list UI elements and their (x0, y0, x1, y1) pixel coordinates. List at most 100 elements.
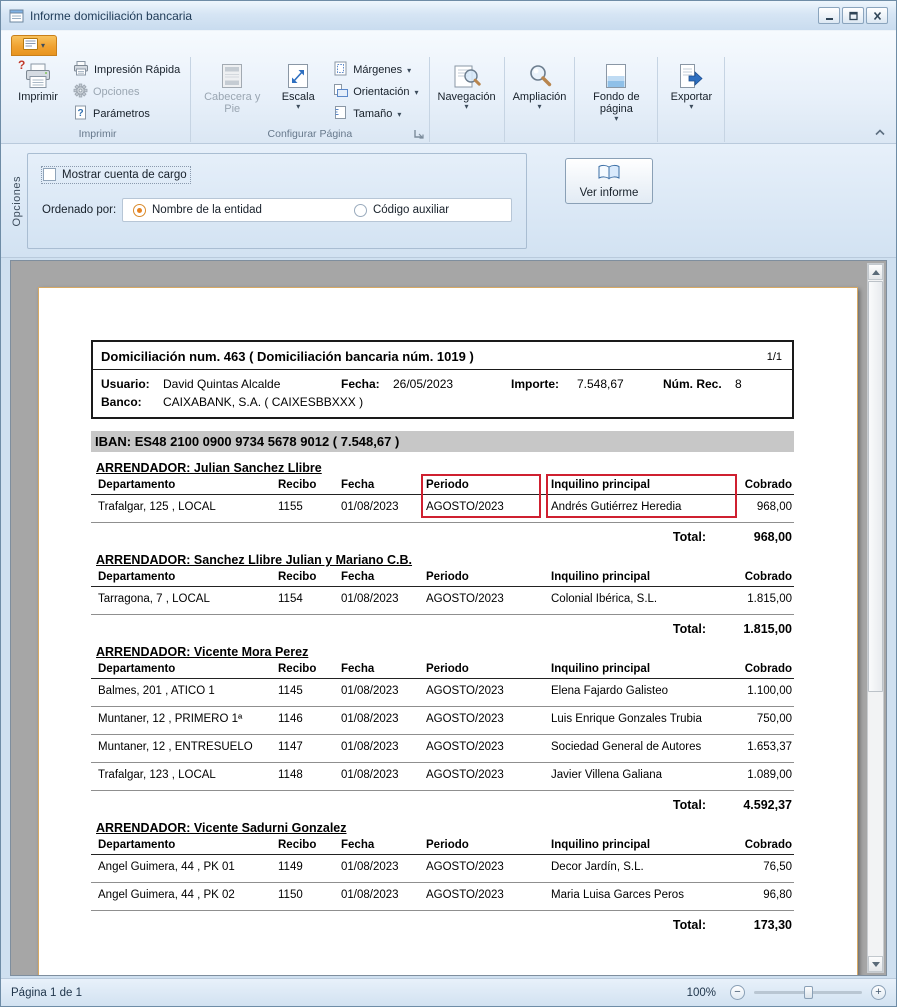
close-button[interactable] (866, 7, 888, 24)
imprimir-button[interactable]: ? Imprimir (10, 59, 66, 104)
cell-periodo: AGOSTO/2023 (426, 889, 551, 901)
ribbon-collapse-button[interactable] (873, 126, 887, 138)
app-window: Informe domiciliación bancaria ▾ ? (0, 0, 897, 1007)
ampliacion-button[interactable]: Ampliación ▾ (510, 59, 570, 111)
ribbon-group-navegacion: Navegación ▾ (430, 57, 505, 142)
total-value: 4.592,37 (706, 798, 792, 812)
column-header: Periodo (426, 839, 551, 851)
group-label-fondo (577, 126, 655, 142)
zoom-in-button[interactable]: + (871, 985, 886, 1000)
quick-print-icon (73, 61, 89, 79)
ordenado-por-label: Ordenado por: (42, 204, 122, 216)
minimize-button[interactable] (818, 7, 840, 24)
checkbox-icon (43, 168, 56, 181)
table-body: Balmes, 201 , ATICO 1 1145 01/08/2023 AG… (91, 679, 794, 791)
header-footer-icon (220, 62, 244, 89)
usuario-value: David Quintas Alcalde (163, 377, 341, 391)
dialog-launcher-configurar-pagina[interactable] (413, 127, 426, 140)
navegacion-button[interactable]: Navegación ▾ (435, 59, 499, 111)
column-header: Recibo (278, 663, 341, 675)
orientation-icon (333, 83, 348, 101)
chevron-down-icon: ▾ (41, 42, 45, 49)
zoom-slider-thumb[interactable] (804, 986, 813, 999)
cell-periodo: AGOSTO/2023 (426, 713, 551, 725)
fecha-label: Fecha: (341, 377, 393, 391)
parametros-button[interactable]: ? Parámetros (68, 103, 185, 125)
cell-inquilino: Sociedad General de Autores (551, 741, 736, 753)
page-info: Página 1 de 1 (11, 987, 82, 999)
report-title: Domiciliación num. 463 ( Domiciliación b… (101, 349, 474, 364)
scroll-down-button[interactable] (868, 956, 883, 972)
report-header-box: Domiciliación num. 463 ( Domiciliación b… (91, 340, 794, 419)
report-title-row: Domiciliación num. 463 ( Domiciliación b… (93, 342, 792, 370)
cell-fecha: 01/08/2023 (341, 861, 426, 873)
tamano-label: Tamaño (353, 108, 392, 120)
margenes-button[interactable]: Márgenes ▾ (328, 59, 423, 81)
chevron-down-icon: ▾ (465, 103, 469, 110)
total-value: 968,00 (706, 530, 792, 544)
cell-departamento: Angel Guimera, 44 , PK 01 (91, 861, 278, 873)
exportar-button[interactable]: Exportar ▾ (663, 59, 719, 111)
cell-inquilino: Colonial Ibérica, S.L. (551, 593, 736, 605)
parameters-icon: ? (73, 105, 88, 123)
total-label: Total: (673, 798, 706, 812)
chevron-down-icon: ▾ (414, 89, 418, 96)
zoom-slider[interactable] (754, 991, 862, 994)
cell-recibo: 1145 (278, 685, 341, 697)
cell-departamento: Trafalgar, 123 , LOCAL (91, 769, 278, 781)
ribbon: ▾ ? Imprimir Imp (1, 31, 896, 144)
cell-inquilino: Maria Luisa Garces Peros (551, 889, 736, 901)
scroll-up-button[interactable] (868, 264, 883, 280)
cell-periodo: AGOSTO/2023 (426, 501, 551, 513)
table-body: Trafalgar, 125 , LOCAL 1155 01/08/2023 A… (91, 495, 794, 523)
options-panel-tab[interactable]: Opciones (7, 153, 27, 249)
cell-cobrado: 750,00 (736, 713, 794, 725)
mostrar-cuenta-checkbox[interactable]: Mostrar cuenta de cargo (42, 167, 190, 183)
ver-informe-button[interactable]: Ver informe (565, 158, 653, 204)
app-menu-button[interactable]: ▾ (11, 35, 57, 56)
tamano-button[interactable]: Tamaño ▾ (328, 103, 423, 125)
column-header: Departamento (91, 571, 278, 583)
section-table: DepartamentoReciboFechaPeriodoInquilino … (91, 661, 794, 791)
column-header: Inquilino principal (551, 571, 736, 583)
cell-periodo: AGOSTO/2023 (426, 861, 551, 873)
titlebar: Informe domiciliación bancaria (1, 1, 896, 31)
radio-nombre-entidad[interactable]: Nombre de la entidad (133, 204, 262, 217)
cell-cobrado: 96,80 (736, 889, 794, 901)
column-header: Cobrado (736, 571, 794, 583)
arrendador-heading: ARRENDADOR: Vicente Mora Perez (96, 645, 794, 659)
impresion-rapida-label: Impresión Rápida (94, 64, 180, 76)
radio-codigo-auxiliar[interactable]: Código auxiliar (354, 204, 449, 217)
chevron-down-icon: ▾ (689, 103, 693, 110)
radio-nombre-label: Nombre de la entidad (152, 204, 262, 216)
cell-departamento: Balmes, 201 , ATICO 1 (91, 685, 278, 697)
scroll-thumb[interactable] (868, 281, 883, 692)
banco-value: CAIXABANK, S.A. ( CAIXESBBXXX ) (163, 395, 363, 409)
column-header: Recibo (278, 839, 341, 851)
preview-scrollbar[interactable] (867, 263, 884, 973)
table-row: Trafalgar, 123 , LOCAL 1148 01/08/2023 A… (91, 763, 794, 791)
total-label: Total: (673, 530, 706, 544)
zoom-out-button[interactable]: − (730, 985, 745, 1000)
parametros-label: Parámetros (93, 108, 150, 120)
zoom-level: 100% (687, 987, 716, 999)
table-row: Balmes, 201 , ATICO 1 1145 01/08/2023 AG… (91, 679, 794, 707)
total-value: 1.815,00 (706, 622, 792, 636)
cell-departamento: Angel Guimera, 44 , PK 02 (91, 889, 278, 901)
importe-value: 7.548,67 (577, 377, 663, 391)
gear-icon (73, 83, 88, 101)
iban-bar: IBAN: ES48 2100 0900 9734 5678 9012 ( 7.… (91, 431, 794, 452)
chevron-down-icon: ▾ (537, 103, 541, 110)
escala-button[interactable]: Escala ▾ (270, 59, 326, 111)
impresion-rapida-button[interactable]: Impresión Rápida (68, 59, 185, 81)
fondo-de-pagina-button[interactable]: Fondo de página ▾ (580, 59, 652, 123)
column-header: Recibo (278, 571, 341, 583)
maximize-button[interactable] (842, 7, 864, 24)
orientacion-button[interactable]: Orientación ▾ (328, 81, 423, 103)
num-rec-label: Núm. Rec. (663, 377, 735, 391)
arrendador-section: ARRENDADOR: Vicente Sadurni Gonzalez Dep… (91, 821, 794, 932)
cell-departamento: Muntaner, 12 , PRIMERO 1ª (91, 713, 278, 725)
total-label: Total: (673, 622, 706, 636)
cell-fecha: 01/08/2023 (341, 685, 426, 697)
cell-recibo: 1148 (278, 769, 341, 781)
